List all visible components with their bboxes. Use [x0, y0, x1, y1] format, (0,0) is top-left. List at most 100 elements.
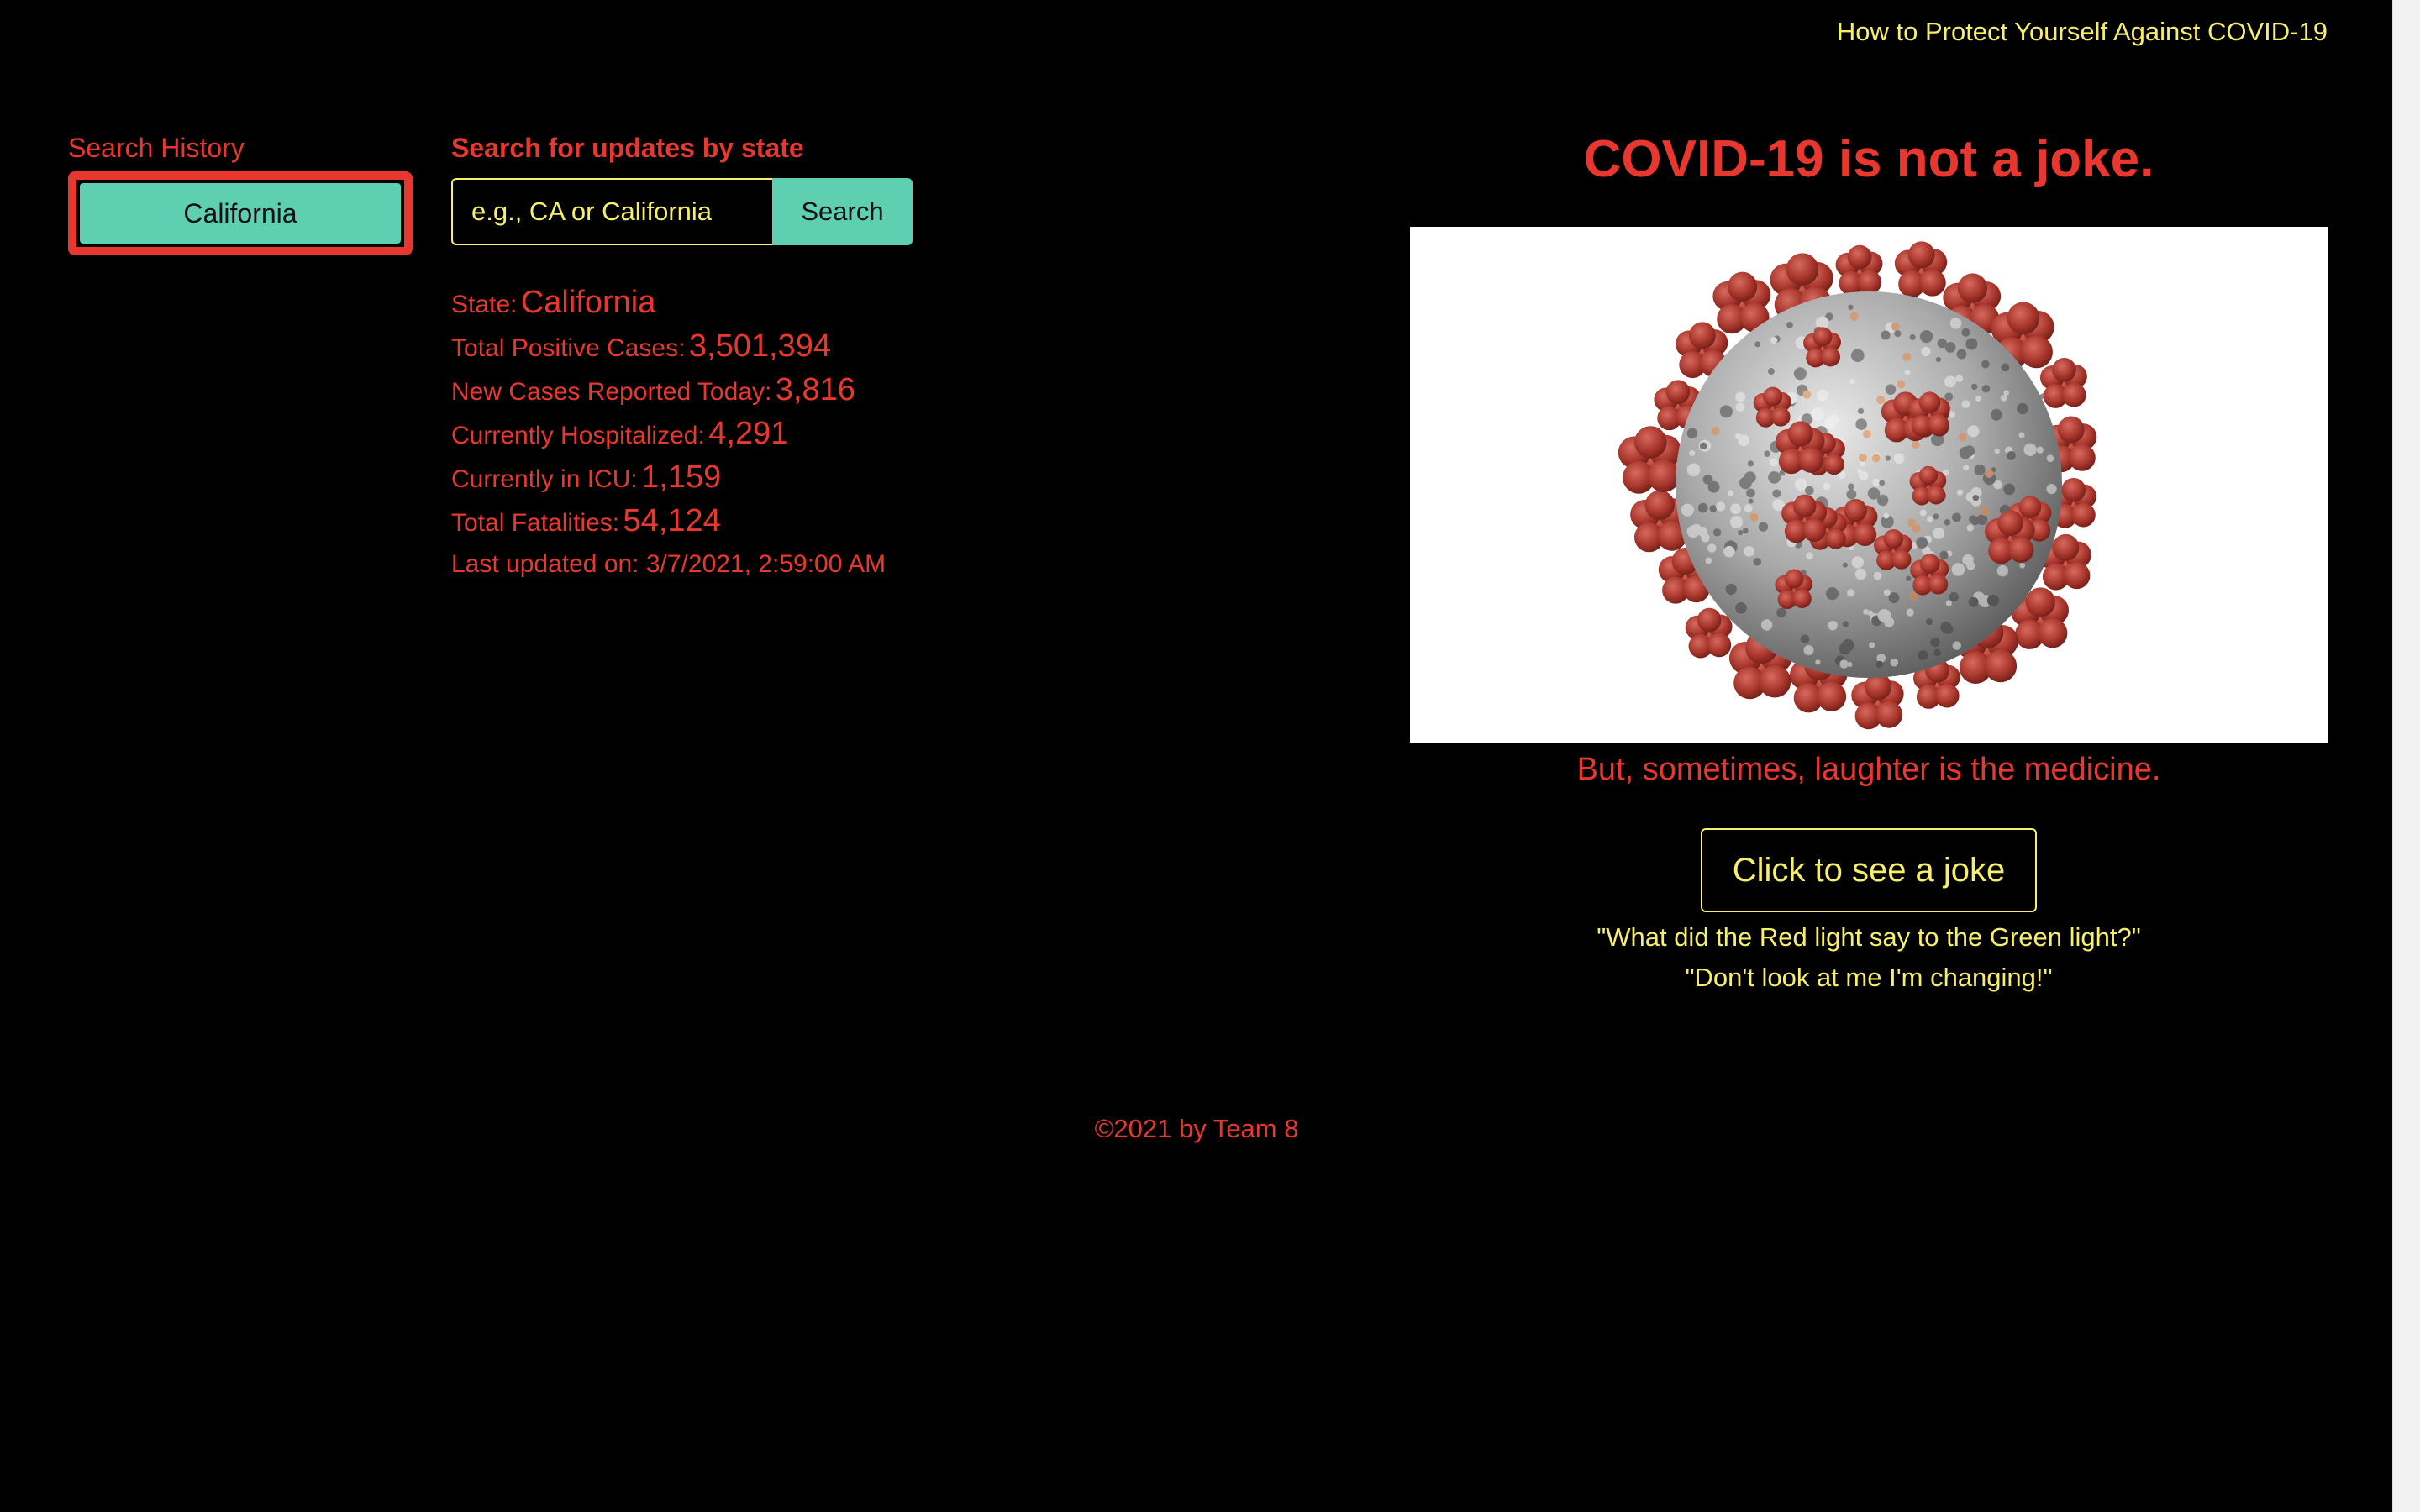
- virus-texture-dot: [1727, 490, 1734, 496]
- virus-texture-dot: [1944, 342, 1956, 353]
- virus-texture-dot: [2019, 562, 2026, 569]
- virus-texture-dot: [1975, 396, 1981, 402]
- virus-texture-dot: [1839, 643, 1851, 655]
- tagline: But, sometimes, laughter is the medicine…: [1576, 752, 2161, 787]
- virus-texture-dot: [2023, 443, 2037, 456]
- virus-texture-dot: [1933, 648, 1941, 657]
- virus-texture-dot: [1893, 453, 1905, 465]
- virus-texture-dot: [1945, 600, 1952, 606]
- virus-texture-dot: [1951, 512, 1961, 522]
- virus-orange-dot: [1858, 453, 1867, 462]
- virus-texture-dot: [1996, 564, 2009, 577]
- stat-positive: Total Positive Cases: 3,501,394: [451, 328, 972, 371]
- virus-texture-dot: [1876, 660, 1884, 669]
- virus-texture-dot: [1981, 384, 1991, 393]
- search-button[interactable]: Search: [772, 178, 913, 245]
- virus-texture-dot: [1966, 524, 1974, 532]
- virus-texture-dot: [1707, 543, 1717, 553]
- virus-texture-dot: [1760, 619, 1773, 631]
- history-item-california[interactable]: California: [68, 171, 413, 255]
- virus-texture-dot: [1730, 503, 1741, 515]
- virus-texture-dot: [2007, 451, 2016, 460]
- virus-texture-dot: [1949, 318, 1962, 329]
- virus-texture-dot: [1823, 418, 1835, 429]
- search-form: Search: [451, 178, 972, 245]
- virus-texture-dot: [1846, 489, 1857, 500]
- virus-texture-dot: [1842, 562, 1848, 568]
- virus-texture-dot: [1855, 418, 1868, 430]
- virus-texture-dot: [1828, 621, 1838, 631]
- stat-fatalities-label: Total Fatalities:: [451, 509, 620, 537]
- virus-texture-dot: [1872, 478, 1881, 486]
- virus-texture-dot: [1700, 442, 1707, 450]
- joke-panel: COVID-19 is not a joke. But, sometimes, …: [1410, 126, 2328, 998]
- virus-texture-dot: [1735, 402, 1745, 412]
- virus-orange-dot: [1911, 440, 1920, 449]
- protect-yourself-link[interactable]: How to Protect Yourself Against COVID-19: [1837, 17, 2328, 47]
- virus-texture-dot: [1876, 494, 1889, 507]
- virus-texture-dot: [1842, 621, 1849, 627]
- virus-texture-dot: [1955, 375, 1964, 383]
- virus-texture-dot: [1940, 621, 1952, 633]
- virus-texture-dot: [1847, 589, 1855, 597]
- virus-texture-dot: [1719, 405, 1733, 418]
- virus-texture-dot: [1981, 360, 1990, 369]
- stat-hospitalized-value: 4,291: [708, 416, 789, 451]
- virus-texture-dot: [1709, 505, 1718, 512]
- virus-texture-dot: [1933, 513, 1939, 520]
- virus-orange-dot: [1897, 380, 1906, 389]
- page-scrollbar[interactable]: [2392, 0, 2420, 1512]
- virus-orange-dot: [1849, 312, 1859, 321]
- virus-texture-dot: [1806, 552, 1813, 559]
- virus-texture-dot: [2018, 432, 2025, 438]
- virus-spike: [1835, 244, 1883, 296]
- virus-texture-dot: [1916, 537, 1928, 549]
- joke-punchline: "Don't look at me I'm changing!": [1685, 963, 2053, 992]
- see-joke-button[interactable]: Click to see a joke: [1701, 828, 2037, 912]
- virus-texture-dot: [1918, 650, 1928, 660]
- virus-texture-dot: [1800, 634, 1810, 644]
- virus-texture-dot: [1712, 528, 1722, 537]
- virus-texture-dot: [1815, 659, 1821, 665]
- virus-texture-dot: [1738, 529, 1744, 536]
- virus-texture-dot: [1986, 594, 1999, 606]
- virus-texture-dot: [1754, 341, 1761, 348]
- stat-positive-label: Total Positive Cases:: [451, 334, 686, 362]
- virus-texture-dot: [2003, 483, 2015, 496]
- virus-orange-dot: [1985, 469, 1994, 478]
- virus-texture-dot: [1885, 384, 1897, 396]
- virus-orange-dot: [1909, 592, 1918, 601]
- virus-texture-dot: [1970, 383, 1978, 391]
- state-stats: State: California Total Positive Cases: …: [451, 284, 972, 583]
- virus-texture-dot: [1944, 375, 1956, 388]
- virus-texture-dot: [1990, 408, 2002, 421]
- virus-texture-dot: [1888, 592, 1900, 604]
- coronavirus-icon: [1618, 241, 2097, 730]
- virus-texture-dot: [1883, 589, 1891, 596]
- stat-state-label: State:: [451, 291, 518, 318]
- virus-texture-dot: [1894, 330, 1902, 338]
- virus-texture-dot: [2036, 446, 2044, 454]
- state-search-input[interactable]: [451, 178, 772, 245]
- joke-setup: "What did the Red light say to the Green…: [1597, 922, 2141, 952]
- virus-texture-dot: [1967, 425, 1980, 438]
- virus-texture-dot: [1885, 455, 1891, 461]
- virus-texture-dot: [1744, 471, 1756, 484]
- virus-texture-dot: [1748, 498, 1754, 504]
- virus-texture-dot: [1849, 378, 1855, 385]
- virus-texture-dot: [1691, 523, 1702, 535]
- virus-texture-dot: [1969, 515, 1977, 523]
- virus-texture-dot: [1851, 556, 1865, 569]
- virus-texture-dot: [1744, 504, 1753, 512]
- virus-texture-dot: [1848, 304, 1854, 310]
- virus-texture-dot: [2000, 395, 2007, 402]
- virus-texture-dot: [2046, 454, 2054, 463]
- virus-texture-dot: [1854, 568, 1867, 580]
- virus-texture-dot: [1964, 445, 1975, 457]
- stat-icu: Currently in ICU: 1,159: [451, 459, 972, 502]
- virus-texture-dot: [1890, 658, 1899, 667]
- virus-texture-dot: [1851, 349, 1865, 363]
- virus-texture-dot: [1817, 389, 1829, 402]
- virus-spike: [1894, 241, 1948, 298]
- virus-spike: [1851, 673, 1904, 730]
